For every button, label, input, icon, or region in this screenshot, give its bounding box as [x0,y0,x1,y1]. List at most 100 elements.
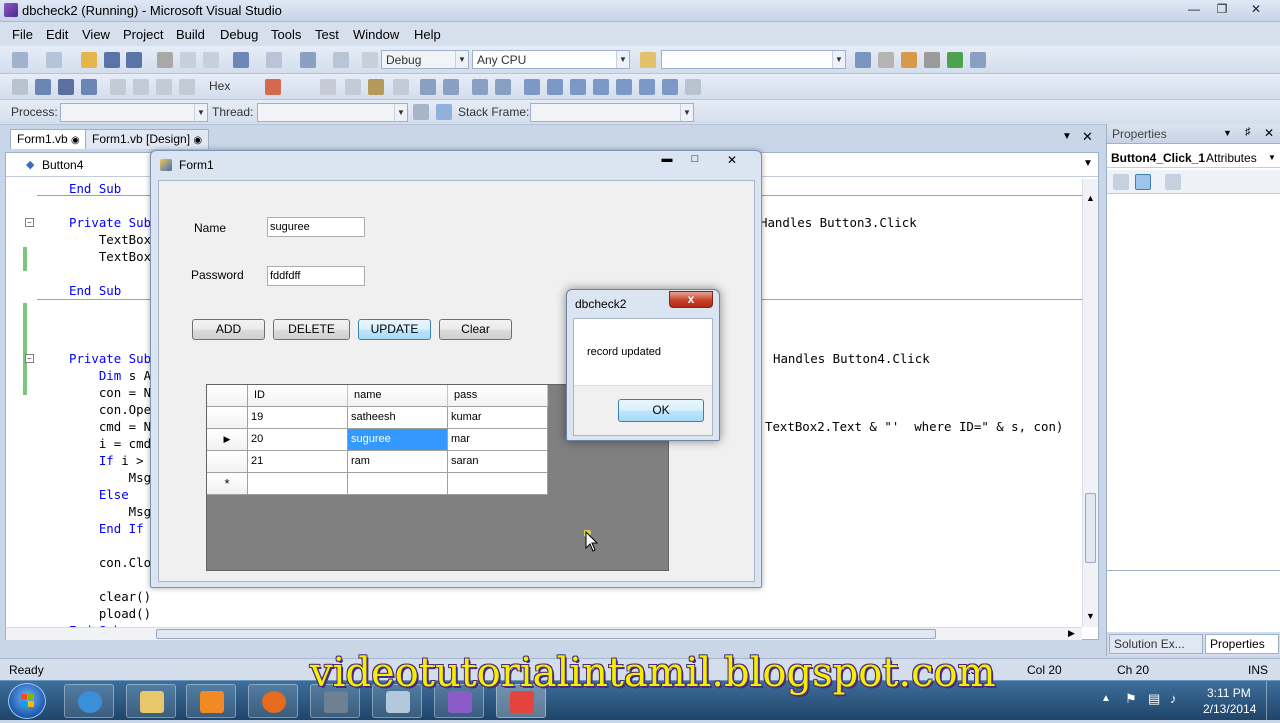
clear-bookmarks-icon[interactable] [685,79,701,95]
grid-cell-id[interactable]: 19 [248,407,348,429]
grid-cell-id[interactable]: 21 [248,451,348,473]
menu-build[interactable]: Build [176,27,205,42]
indent-icon[interactable] [472,79,488,95]
menu-window[interactable]: Window [353,27,399,42]
next-bookmark-doc-icon[interactable] [662,79,678,95]
locals-icon[interactable] [368,79,384,95]
navigate-backward-icon[interactable] [300,52,316,68]
collapse-icon[interactable]: − [25,218,34,227]
form-close-button[interactable]: ✕ [717,153,747,170]
grid-new-row-cell[interactable] [248,473,348,495]
delete-button[interactable]: DELETE [273,319,350,340]
add-item-icon[interactable] [46,52,62,68]
close-panel-icon[interactable]: ✕ [1264,126,1274,140]
properties-object-selector[interactable]: Button4_Click_1 Attributes ▼ [1107,146,1280,168]
break-all-icon[interactable] [35,79,51,95]
cut-icon[interactable] [157,52,173,68]
clear-button[interactable]: Clear [439,319,512,340]
message-box-close-button[interactable]: x [669,291,713,308]
taskbar-explorer[interactable] [126,684,176,718]
immediate-window-icon[interactable] [345,79,361,95]
taskbar-firefox[interactable] [248,684,298,718]
close-document-icon[interactable]: ✕ [1082,129,1093,145]
outdent-icon[interactable] [495,79,511,95]
comment-icon[interactable] [420,79,436,95]
prev-bookmark-icon[interactable] [547,79,563,95]
restore-button[interactable]: ❐ [1208,0,1236,18]
tab-list-icon[interactable]: ▼ [1062,131,1072,142]
filter-icon[interactable] [413,104,429,120]
grid-new-row-header[interactable]: * [207,473,248,495]
vertical-scrollbar[interactable]: ▲ ▼ [1082,179,1098,627]
grid-cell-id[interactable]: 20 [248,429,348,451]
paste-icon[interactable] [203,52,219,68]
grid-cell-name[interactable]: ram [348,451,448,473]
minimize-button[interactable]: — [1180,0,1208,18]
tray-time[interactable]: 3:11 PM [1207,686,1251,700]
start-debugging-icon[interactable] [362,52,378,68]
grid-new-row-cell[interactable] [348,473,448,495]
add-button[interactable]: ADD [192,319,265,340]
horizontal-scrollbar[interactable]: ▶ [6,627,1082,640]
class-dropdown[interactable]: Button4 [42,158,83,172]
new-project-icon[interactable] [12,52,28,68]
alphabetical-icon[interactable] [1135,174,1151,190]
solution-explorer-icon[interactable] [855,52,871,68]
continue-icon[interactable] [12,79,28,95]
form-minimize-button[interactable]: ▬ [655,153,679,170]
taskbar-media-player[interactable] [186,684,236,718]
hex-toggle[interactable]: Hex [209,79,230,93]
grid-new-row-cell[interactable] [448,473,548,495]
restart-icon[interactable] [81,79,97,95]
uncomment-icon[interactable] [443,79,459,95]
toolbox-icon[interactable] [924,52,940,68]
scroll-right-icon[interactable]: ▶ [1068,628,1075,639]
extension-manager-icon[interactable] [970,52,986,68]
properties-window-icon[interactable] [878,52,894,68]
password-input[interactable]: fddfdff [267,266,365,286]
grid-corner-header[interactable] [207,385,248,407]
update-button[interactable]: UPDATE [358,319,431,340]
show-next-statement-icon[interactable] [110,79,126,95]
grid-cell-name-selected[interactable]: suguree [348,429,448,451]
open-file-icon[interactable] [81,52,97,68]
stop-debugging-icon[interactable] [58,79,74,95]
menu-view[interactable]: View [82,27,110,42]
flag-threads-icon[interactable] [436,104,452,120]
chevron-down-icon[interactable]: ▼ [1083,158,1093,169]
menu-edit[interactable]: Edit [46,27,68,42]
grid-cell-pass[interactable]: saran [448,451,548,473]
grid-row-header[interactable] [207,407,248,429]
ok-button[interactable]: OK [618,399,704,422]
tab-form1-vb[interactable]: Form1.vb ◉ [10,129,87,149]
vertical-scroll-thumb[interactable] [1085,493,1096,563]
copy-icon[interactable] [180,52,196,68]
thread-combo[interactable]: ▼ [257,103,408,122]
flag-icon[interactable]: ⚑ [1125,691,1137,707]
taskbar-internet-explorer[interactable] [64,684,114,718]
menu-project[interactable]: Project [123,27,163,42]
property-pages-icon[interactable] [1165,174,1181,190]
next-bookmark-icon[interactable] [570,79,586,95]
tab-solution-explorer[interactable]: Solution Ex... [1109,634,1203,654]
menu-tools[interactable]: Tools [271,27,301,42]
output-window-icon[interactable] [320,79,336,95]
categorized-icon[interactable] [1113,174,1129,190]
menu-debug[interactable]: Debug [220,27,258,42]
bookmark-icon[interactable] [524,79,540,95]
find-in-files-icon[interactable] [640,52,656,68]
save-icon[interactable] [104,52,120,68]
watch-icon[interactable] [393,79,409,95]
prev-bookmark-doc-icon[interactable] [639,79,655,95]
grid-cell-pass[interactable]: kumar [448,407,548,429]
solution-config-combo[interactable]: Debug ▼ [381,50,469,69]
stack-frame-combo[interactable]: ▼ [530,103,694,122]
tab-properties[interactable]: Properties [1205,634,1279,654]
pin-icon[interactable]: ♯ [1245,126,1251,138]
volume-icon[interactable]: ♪ [1170,691,1177,706]
tray-date[interactable]: 2/13/2014 [1203,702,1256,716]
menu-help[interactable]: Help [414,27,441,42]
process-combo[interactable]: ▼ [60,103,208,122]
prev-bookmark-folder-icon[interactable] [593,79,609,95]
find-combo[interactable]: ▼ [661,50,846,69]
